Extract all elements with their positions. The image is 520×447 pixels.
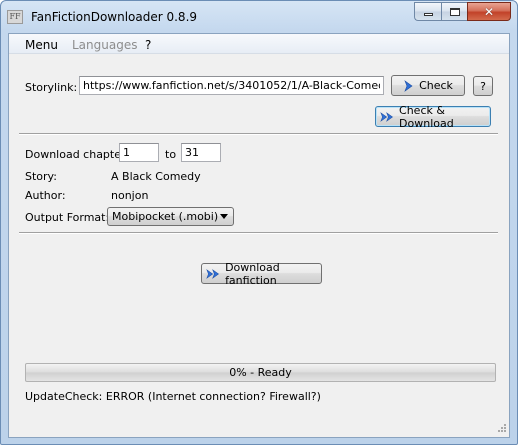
resize-grip-icon[interactable] — [495, 423, 507, 435]
story-value: A Black Comedy — [111, 170, 201, 183]
output-format-label: Output Format: — [25, 211, 110, 224]
menu-bar: Menu Languages ? — [9, 34, 509, 54]
progress-bar: 0% - Ready — [25, 363, 496, 382]
close-icon: ✕ — [483, 4, 495, 19]
author-value: nonjon — [111, 189, 149, 202]
check-download-button-label: Check & Download — [399, 103, 454, 130]
check-button-label: Check — [419, 79, 453, 92]
update-check-status: UpdateCheck: ERROR (Internet connection?… — [25, 390, 321, 403]
download-fanfiction-button[interactable]: Download fanfiction — [201, 260, 322, 287]
client-area: Menu Languages ? Storylink: Check ? Chec… — [8, 33, 510, 438]
help-button[interactable]: ? — [473, 76, 493, 96]
help-button-label: ? — [480, 79, 486, 93]
menu-item-help[interactable]: ? — [145, 38, 151, 52]
double-arrow-right-icon — [380, 111, 393, 122]
output-format-select[interactable]: Mobipocket (.mobi) — [107, 207, 234, 226]
author-label: Author: — [25, 189, 66, 202]
chapter-to-input[interactable] — [181, 143, 221, 162]
chevron-down-icon — [220, 214, 228, 219]
arrow-right-icon — [404, 79, 413, 92]
progress-text: 0% - Ready — [229, 366, 292, 379]
storylink-label: Storylink: — [25, 81, 78, 94]
double-arrow-right-icon — [206, 268, 219, 279]
maximize-icon — [449, 7, 460, 16]
caption-buttons: ✕ — [414, 2, 511, 22]
separator-middle — [19, 232, 498, 234]
story-label: Story: — [25, 170, 57, 183]
minimize-icon — [423, 13, 433, 16]
to-label: to — [165, 148, 177, 161]
app-window: FF FanFictionDownloader 0.8.9 ✕ Menu Lan… — [0, 0, 518, 445]
menu-item-menu[interactable]: Menu — [25, 38, 58, 52]
check-button[interactable]: Check — [391, 75, 465, 96]
close-button[interactable]: ✕ — [467, 2, 511, 21]
title-bar[interactable]: FF FanFictionDownloader 0.8.9 ✕ — [1, 1, 517, 33]
maximize-button[interactable] — [441, 2, 467, 21]
ffd-app-icon: FF — [7, 10, 23, 24]
check-download-button[interactable]: Check & Download — [375, 103, 491, 130]
download-chapter-label: Download chapter — [25, 148, 126, 161]
window-title: FanFictionDownloader 0.8.9 — [31, 10, 198, 24]
separator-top — [19, 133, 498, 135]
storylink-input[interactable] — [79, 76, 384, 95]
menu-item-languages[interactable]: Languages — [72, 38, 137, 52]
download-fanfiction-label: Download fanfiction — [225, 260, 280, 287]
output-format-value: Mobipocket (.mobi) — [112, 210, 219, 223]
chapter-from-input[interactable] — [119, 143, 159, 162]
minimize-button[interactable] — [414, 2, 441, 21]
